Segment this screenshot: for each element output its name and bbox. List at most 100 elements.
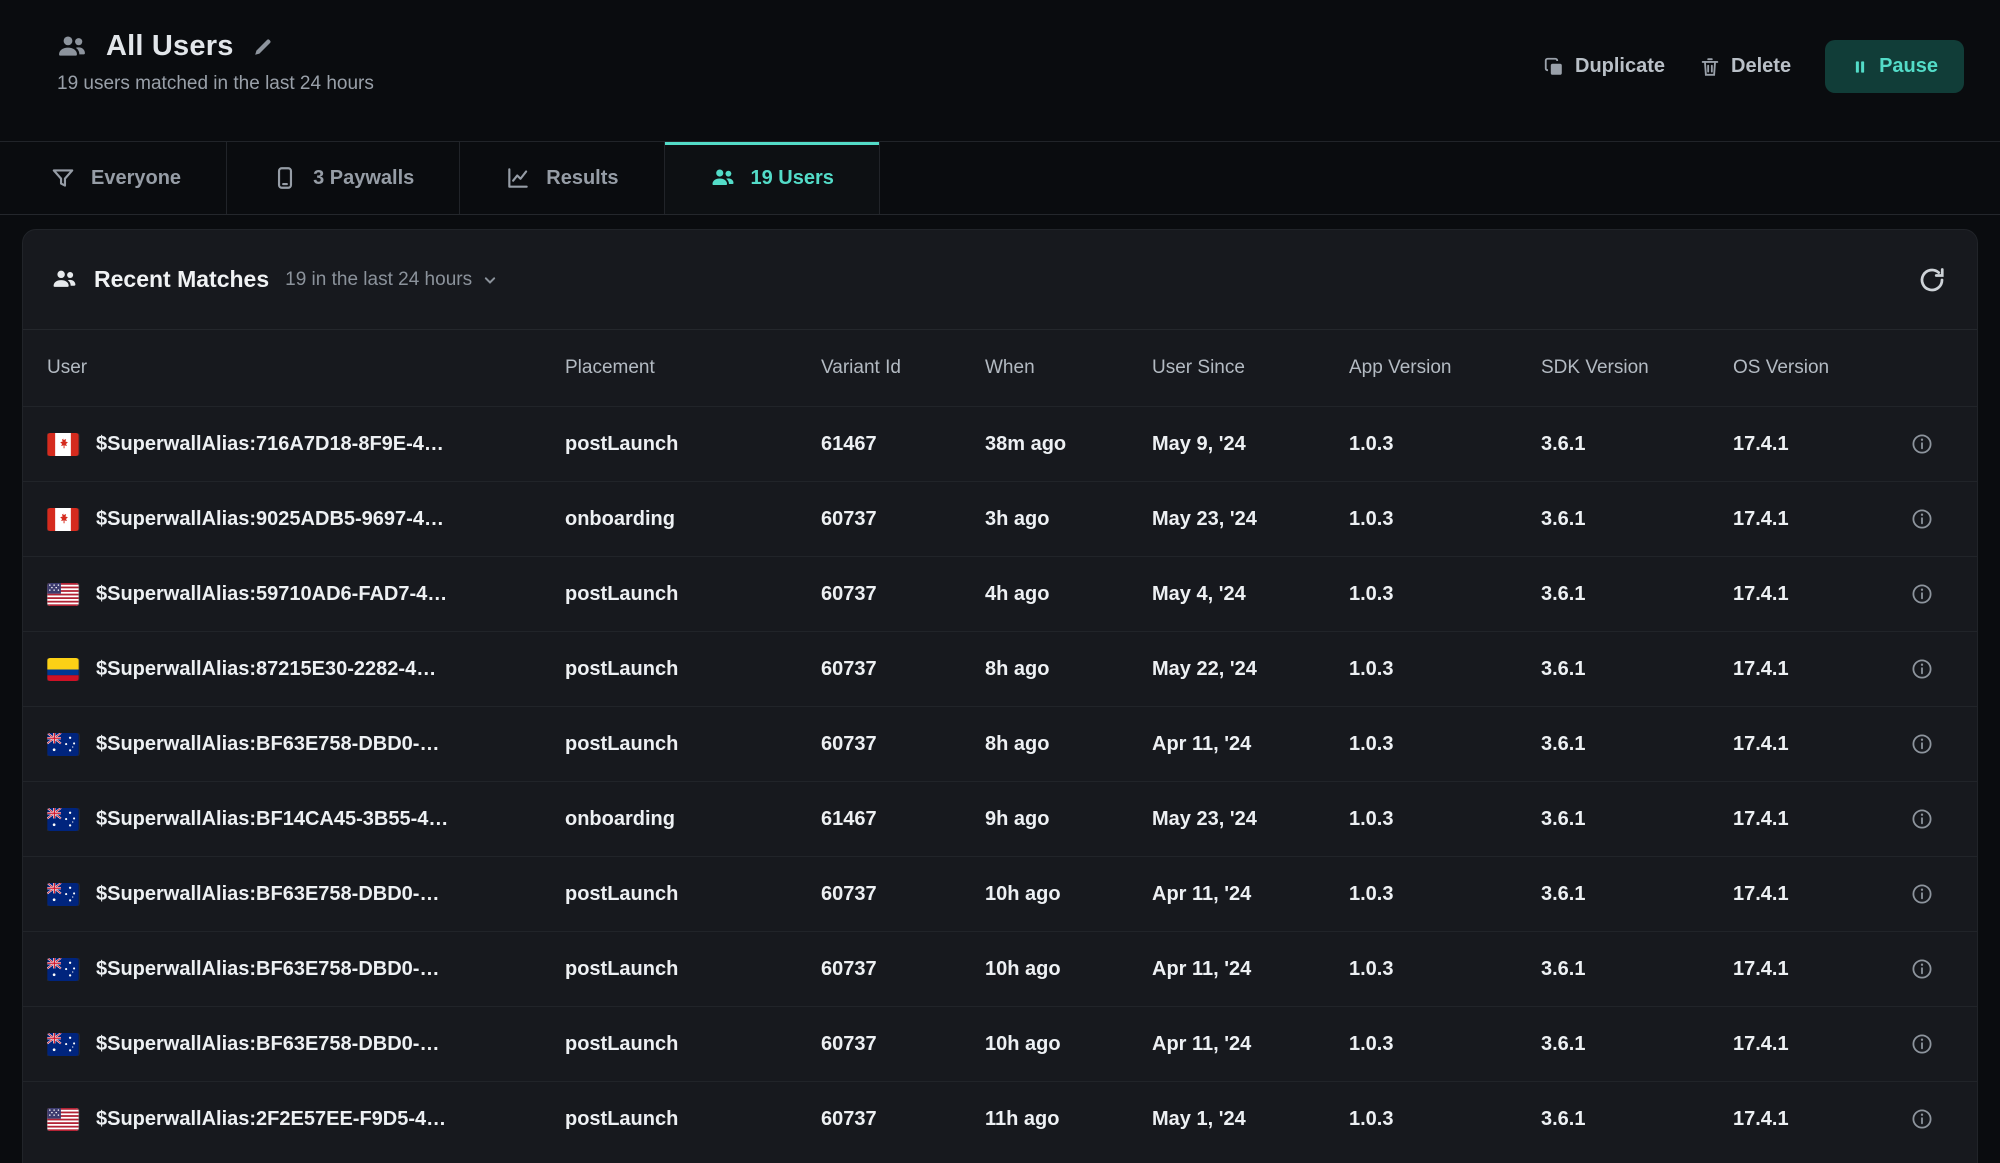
user-since-cell: May 9, '24 <box>1152 433 1349 456</box>
column-header-user: User <box>47 357 565 379</box>
user-alias: $SuperwallAlias:BF63E758-DBD0-… <box>96 958 439 981</box>
placement-cell: postLaunch <box>565 433 821 456</box>
time-range-label: 19 in the last 24 hours <box>285 269 472 291</box>
chevron-down-icon <box>480 270 500 290</box>
placement-cell: postLaunch <box>565 958 821 981</box>
table-row[interactable]: $SuperwallAlias:BF14CA45-3B55-4… onboard… <box>23 781 1977 856</box>
table-row[interactable]: $SuperwallAlias:2F2E57EE-F9D5-4… postLau… <box>23 1081 1977 1156</box>
table-header: User Placement Variant Id When User Sinc… <box>23 330 1977 406</box>
sdk-version-cell: 3.6.1 <box>1541 958 1733 981</box>
table-row[interactable]: $SuperwallAlias:BF63E758-DBD0-… postLaun… <box>23 706 1977 781</box>
column-header-app-version: App Version <box>1349 357 1541 379</box>
placement-cell: onboarding <box>565 508 821 531</box>
when-cell: 11h ago <box>985 1108 1152 1131</box>
user-alias: $SuperwallAlias:87215E30-2282-4… <box>96 658 436 681</box>
user-alias: $SuperwallAlias:BF63E758-DBD0-… <box>96 883 439 906</box>
info-icon[interactable] <box>1910 1107 1934 1131</box>
info-icon[interactable] <box>1910 657 1934 681</box>
info-icon[interactable] <box>1910 882 1934 906</box>
sdk-version-cell: 3.6.1 <box>1541 508 1733 531</box>
canada-flag-icon <box>47 433 79 456</box>
user-alias: $SuperwallAlias:9025ADB5-9697-4… <box>96 508 444 531</box>
variant-id-cell: 60737 <box>821 1108 985 1131</box>
table-row[interactable]: $SuperwallAlias:BF63E758-DBD0-… postLaun… <box>23 931 1977 1006</box>
duplicate-button[interactable]: Duplicate <box>1543 55 1665 78</box>
info-cell <box>1885 432 1959 456</box>
tab-label: Results <box>546 167 618 190</box>
user-alias: $SuperwallAlias:59710AD6-FAD7-4… <box>96 583 447 606</box>
when-cell: 10h ago <box>985 958 1152 981</box>
app-version-cell: 1.0.3 <box>1349 1033 1541 1056</box>
info-cell <box>1885 732 1959 756</box>
sdk-version-cell: 3.6.1 <box>1541 583 1733 606</box>
info-cell <box>1885 657 1959 681</box>
duplicate-icon <box>1543 56 1565 78</box>
info-icon[interactable] <box>1910 957 1934 981</box>
when-cell: 9h ago <box>985 808 1152 831</box>
user-cell: $SuperwallAlias:BF14CA45-3B55-4… <box>47 808 565 831</box>
panel-header: Recent Matches 19 in the last 24 hours <box>23 230 1977 330</box>
placement-cell: postLaunch <box>565 883 821 906</box>
user-cell: $SuperwallAlias:BF63E758-DBD0-… <box>47 958 565 981</box>
info-icon[interactable] <box>1910 807 1934 831</box>
table-row[interactable]: $SuperwallAlias:87215E30-2282-4… postLau… <box>23 631 1977 706</box>
variant-id-cell: 60737 <box>821 658 985 681</box>
pause-label: Pause <box>1879 55 1938 78</box>
variant-id-cell: 60737 <box>821 733 985 756</box>
table-row[interactable]: $SuperwallAlias:59710AD6-FAD7-4… postLau… <box>23 556 1977 631</box>
os-version-cell: 17.4.1 <box>1733 583 1885 606</box>
user-since-cell: May 4, '24 <box>1152 583 1349 606</box>
sdk-version-cell: 3.6.1 <box>1541 433 1733 456</box>
usa-flag-icon <box>47 583 79 606</box>
sdk-version-cell: 3.6.1 <box>1541 1033 1733 1056</box>
user-since-cell: May 22, '24 <box>1152 658 1349 681</box>
os-version-cell: 17.4.1 <box>1733 733 1885 756</box>
time-range-dropdown[interactable]: 19 in the last 24 hours <box>285 269 500 291</box>
info-icon[interactable] <box>1910 582 1934 606</box>
app-version-cell: 1.0.3 <box>1349 1108 1541 1131</box>
tab-3-paywalls[interactable]: 3 Paywalls <box>227 142 460 214</box>
australia-flag-icon <box>47 1033 79 1056</box>
results-icon <box>505 165 531 191</box>
table-row[interactable]: $SuperwallAlias:9025ADB5-9697-4… onboard… <box>23 481 1977 556</box>
app-version-cell: 1.0.3 <box>1349 808 1541 831</box>
paywalls-icon <box>272 165 298 191</box>
info-icon[interactable] <box>1910 732 1934 756</box>
user-cell: $SuperwallAlias:BF63E758-DBD0-… <box>47 733 565 756</box>
user-since-cell: Apr 11, '24 <box>1152 958 1349 981</box>
delete-label: Delete <box>1731 55 1791 78</box>
placement-cell: postLaunch <box>565 733 821 756</box>
user-since-cell: Apr 11, '24 <box>1152 883 1349 906</box>
user-since-cell: Apr 11, '24 <box>1152 1033 1349 1056</box>
page-header-left: All Users 19 users matched in the last 2… <box>56 30 374 95</box>
table-row[interactable]: $SuperwallAlias:BF63E758-DBD0-… postLaun… <box>23 1006 1977 1081</box>
panel-title: Recent Matches <box>94 266 269 293</box>
sdk-version-cell: 3.6.1 <box>1541 808 1733 831</box>
edit-title-icon[interactable] <box>252 36 274 58</box>
user-since-cell: May 1, '24 <box>1152 1108 1349 1131</box>
info-cell <box>1885 1032 1959 1056</box>
australia-flag-icon <box>47 808 79 831</box>
when-cell: 3h ago <box>985 508 1152 531</box>
info-icon[interactable] <box>1910 507 1934 531</box>
australia-flag-icon <box>47 958 79 981</box>
placement-cell: postLaunch <box>565 1108 821 1131</box>
user-cell: $SuperwallAlias:59710AD6-FAD7-4… <box>47 583 565 606</box>
info-icon[interactable] <box>1910 432 1934 456</box>
when-cell: 38m ago <box>985 433 1152 456</box>
user-cell: $SuperwallAlias:BF63E758-DBD0-… <box>47 883 565 906</box>
os-version-cell: 17.4.1 <box>1733 508 1885 531</box>
table-row[interactable]: $SuperwallAlias:BF63E758-DBD0-… postLaun… <box>23 856 1977 931</box>
info-icon[interactable] <box>1910 1032 1934 1056</box>
delete-button[interactable]: Delete <box>1699 55 1791 78</box>
page-title: All Users <box>106 30 234 63</box>
users-icon <box>51 266 78 293</box>
user-cell: $SuperwallAlias:716A7D18-8F9E-4… <box>47 433 565 456</box>
pause-button[interactable]: Pause <box>1825 40 1964 93</box>
tab-19-users[interactable]: 19 Users <box>665 142 880 214</box>
tab-everyone[interactable]: Everyone <box>0 142 227 214</box>
table-row[interactable]: $SuperwallAlias:716A7D18-8F9E-4… postLau… <box>23 406 1977 481</box>
sdk-version-cell: 3.6.1 <box>1541 1108 1733 1131</box>
refresh-button[interactable] <box>1917 265 1947 295</box>
tab-results[interactable]: Results <box>460 142 664 214</box>
